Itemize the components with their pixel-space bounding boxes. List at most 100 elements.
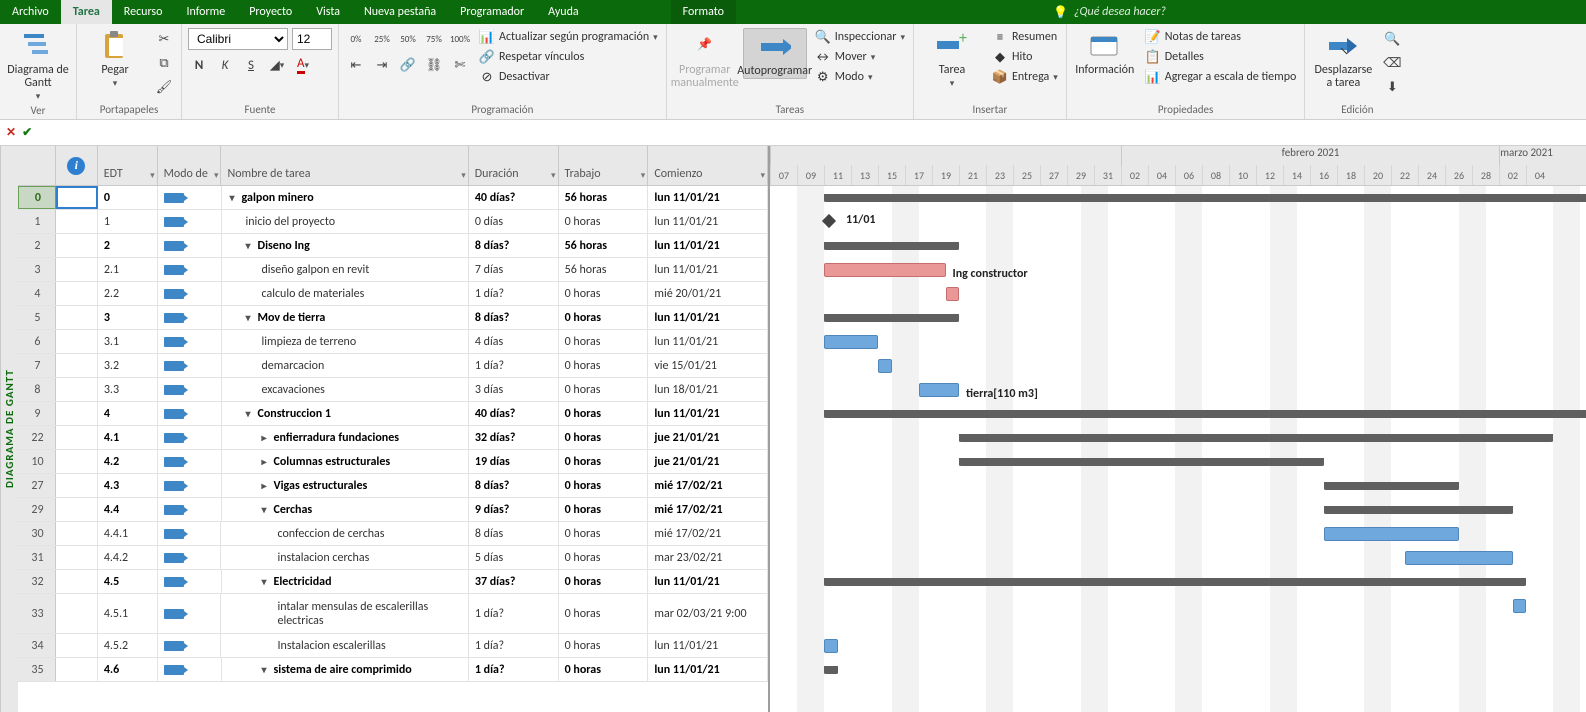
cell-work[interactable]: 0 horas — [559, 546, 649, 569]
header-start[interactable]: Comienzo▾ — [648, 146, 768, 185]
cell-edt[interactable]: 3.3 — [98, 378, 158, 401]
table-row[interactable]: 32.1diseño galpon en revit7 días56 horas… — [18, 258, 768, 282]
gantt-row[interactable] — [770, 498, 1586, 522]
tab-nueva-pestana[interactable]: Nueva pestaña — [352, 0, 448, 24]
cell-work[interactable]: 0 horas — [559, 498, 649, 521]
row-number[interactable]: 30 — [18, 522, 56, 545]
cell-duration[interactable]: 7 días — [469, 258, 559, 281]
table-row[interactable]: 22▾Diseno Ing8 días?56 horaslun 11/01/21 — [18, 234, 768, 258]
gantt-row[interactable] — [770, 594, 1586, 634]
tab-vista[interactable]: Vista — [304, 0, 352, 24]
outline-toggle[interactable]: ▾ — [262, 503, 272, 516]
cancel-entry-button[interactable]: ✕ — [6, 125, 16, 140]
cell-start[interactable]: lun 11/01/21 — [648, 634, 768, 657]
table-row[interactable]: 53▾Mov de tierra8 días?0 horaslun 11/01/… — [18, 306, 768, 330]
row-number[interactable]: 34 — [18, 634, 56, 657]
cell-info[interactable] — [56, 330, 98, 353]
cell-duration[interactable]: 19 días — [469, 450, 559, 473]
cell-work[interactable]: 56 horas — [559, 234, 649, 257]
cell-work[interactable]: 0 horas — [559, 210, 649, 233]
inspect-button[interactable]: 🔍 Inspeccionar — [813, 28, 907, 46]
move-button[interactable]: ↔ Mover — [813, 48, 907, 66]
cell-name[interactable]: ▸Vigas estructurales — [222, 474, 469, 497]
tell-me-search[interactable]: ¿Qué desea hacer? — [1053, 0, 1166, 24]
indent-button[interactable]: ⇥ — [371, 54, 393, 76]
cell-work[interactable]: 0 horas — [559, 522, 649, 545]
gantt-bar[interactable] — [959, 458, 1324, 466]
cell-work[interactable]: 0 horas — [559, 450, 649, 473]
cell-edt[interactable]: 4 — [98, 402, 158, 425]
table-row[interactable]: 314.4.2instalacion cerchas5 días0 horasm… — [18, 546, 768, 570]
filter-icon[interactable]: ▾ — [551, 170, 556, 181]
gantt-row[interactable] — [770, 402, 1586, 426]
cell-edt[interactable]: 4.1 — [98, 426, 158, 449]
auto-schedule-button[interactable]: Autoprogramar — [743, 28, 807, 79]
header-work[interactable]: Trabajo▾ — [559, 146, 649, 185]
row-number[interactable]: 6 — [18, 330, 56, 353]
font-color-button[interactable]: A — [292, 54, 314, 76]
outline-toggle[interactable]: ▾ — [246, 311, 256, 324]
gantt-row[interactable] — [770, 634, 1586, 658]
tab-formato[interactable]: Formato — [671, 0, 736, 24]
row-number[interactable]: 5 — [18, 306, 56, 329]
table-row[interactable]: 294.4▾Cerchas9 días?0 horasmié 17/02/21 — [18, 498, 768, 522]
cell-work[interactable]: 0 horas — [559, 402, 649, 425]
insert-deliverable-button[interactable]: 📦 Entrega — [990, 68, 1060, 86]
cell-info[interactable] — [56, 634, 98, 657]
cell-duration[interactable]: 37 días? — [469, 570, 559, 593]
cell-mode[interactable] — [158, 522, 222, 545]
gantt-bar[interactable] — [959, 434, 1553, 442]
cell-info[interactable] — [56, 306, 98, 329]
cell-name[interactable]: calculo de materiales — [222, 282, 469, 305]
header-duration[interactable]: Duración▾ — [469, 146, 559, 185]
cell-info[interactable] — [56, 498, 98, 521]
cell-start[interactable]: lun 11/01/21 — [648, 402, 768, 425]
cell-duration[interactable]: 8 días? — [469, 234, 559, 257]
cell-work[interactable]: 0 horas — [559, 570, 649, 593]
table-row[interactable]: 94▾Construccion 140 días?0 horaslun 11/0… — [18, 402, 768, 426]
cell-info[interactable] — [56, 378, 98, 401]
cell-duration[interactable]: 3 días — [469, 378, 559, 401]
cell-mode[interactable] — [158, 658, 222, 681]
table-row[interactable]: 224.1▸enfierradura fundaciones32 días?0 … — [18, 426, 768, 450]
cell-duration[interactable]: 8 días — [469, 522, 559, 545]
pct-25-button[interactable]: 25% — [371, 28, 393, 50]
gantt-bar[interactable] — [824, 578, 1526, 586]
gantt-row[interactable] — [770, 570, 1586, 594]
cell-name[interactable]: instalacion cerchas — [221, 546, 468, 569]
cell-name[interactable]: excavaciones — [222, 378, 469, 401]
cell-work[interactable]: 0 horas — [559, 426, 649, 449]
table-row[interactable]: 83.3excavaciones3 días0 horaslun 18/01/2… — [18, 378, 768, 402]
header-rownum[interactable] — [18, 146, 56, 185]
gantt-bar[interactable] — [946, 287, 960, 301]
cell-start[interactable]: mié 20/01/21 — [648, 282, 768, 305]
cell-duration[interactable]: 32 días? — [469, 426, 559, 449]
cell-work[interactable]: 0 horas — [559, 330, 649, 353]
cell-mode[interactable] — [158, 594, 222, 633]
cell-start[interactable]: lun 11/01/21 — [648, 258, 768, 281]
cell-start[interactable]: mar 23/02/21 — [648, 546, 768, 569]
cell-name[interactable]: intalar mensulas de escalerillas electri… — [221, 594, 468, 633]
cell-name[interactable]: ▾Diseno Ing — [222, 234, 469, 257]
cell-duration[interactable]: 1 día? — [469, 594, 559, 633]
cell-start[interactable]: lun 18/01/21 — [648, 378, 768, 401]
outline-toggle[interactable]: ▾ — [246, 407, 256, 420]
cell-edt[interactable]: 3 — [98, 306, 158, 329]
paste-button[interactable]: Pegar — [83, 28, 147, 89]
cell-mode[interactable] — [158, 186, 222, 209]
entry-input[interactable] — [38, 122, 1586, 144]
grid-body[interactable]: 00▾galpon minero40 días?56 horaslun 11/0… — [18, 186, 768, 682]
cell-start[interactable]: vie 15/01/21 — [648, 354, 768, 377]
cell-work[interactable]: 56 horas — [559, 186, 649, 209]
gantt-bar[interactable] — [824, 194, 1586, 202]
gantt-row[interactable] — [770, 186, 1586, 210]
cell-name[interactable]: ▸Columnas estructurales — [222, 450, 469, 473]
cell-mode[interactable] — [158, 330, 222, 353]
cell-mode[interactable] — [158, 306, 222, 329]
cell-name[interactable]: ▾Mov de tierra — [222, 306, 469, 329]
cell-mode[interactable] — [158, 258, 222, 281]
cell-edt[interactable]: 4.3 — [98, 474, 158, 497]
timeline-header[interactable]: febrero 2021marzo 2021 07091113151719212… — [770, 146, 1586, 186]
cell-name[interactable]: confeccion de cerchas — [221, 522, 468, 545]
outline-toggle[interactable]: ▸ — [262, 431, 272, 444]
